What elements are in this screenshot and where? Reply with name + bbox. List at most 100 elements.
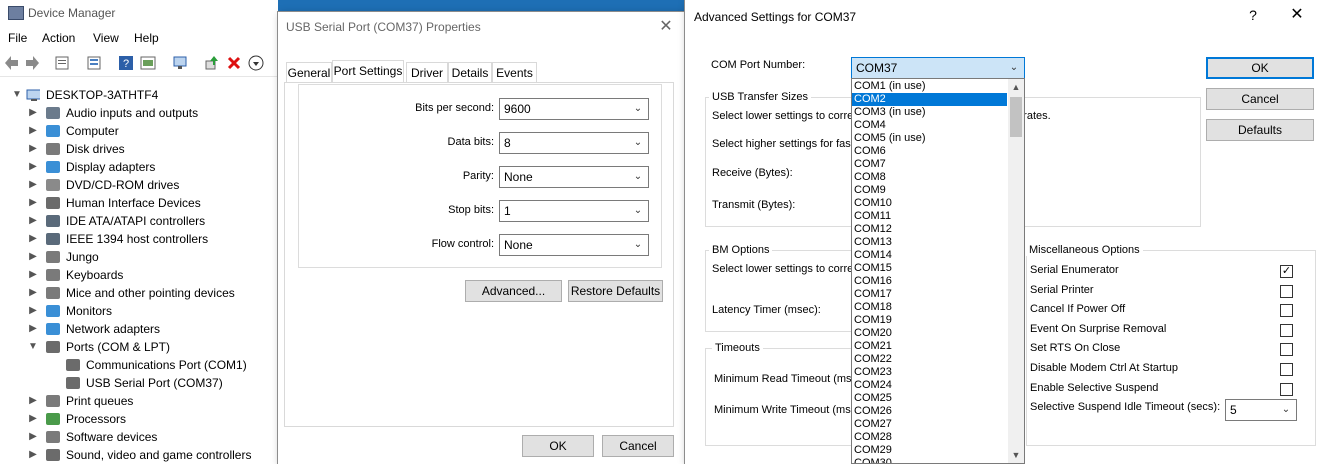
tree-item[interactable]: ▶ Human Interface Devices: [0, 194, 278, 212]
close-icon[interactable]: ✕: [648, 12, 684, 42]
tree-item[interactable]: Communications Port (COM1): [0, 356, 278, 374]
tree-item[interactable]: ▶ Disk drives: [0, 140, 278, 158]
menu-action[interactable]: Action: [42, 31, 75, 45]
misc-option-checkbox[interactable]: [1280, 363, 1293, 376]
download-icon[interactable]: [248, 55, 264, 71]
dropdown-option[interactable]: COM29: [852, 444, 1007, 457]
advanced-button[interactable]: Advanced...: [465, 280, 562, 302]
expand-arrow-icon[interactable]: ▶: [28, 212, 38, 230]
expand-arrow-icon[interactable]: ▶: [28, 248, 38, 266]
cancel-button[interactable]: Cancel: [602, 435, 674, 457]
expand-arrow-icon[interactable]: ▶: [28, 230, 38, 248]
dropdown-option[interactable]: COM21: [852, 340, 1007, 353]
uninstall-icon[interactable]: [226, 55, 242, 71]
expand-arrow-icon[interactable]: ▶: [28, 320, 38, 338]
dropdown-option[interactable]: COM11: [852, 210, 1007, 223]
misc-option-checkbox[interactable]: [1280, 382, 1293, 396]
tree-item[interactable]: ▶ Keyboards: [0, 266, 278, 284]
dropdown-option[interactable]: COM10: [852, 197, 1007, 210]
expand-arrow-icon[interactable]: ▶: [28, 122, 38, 140]
misc-option-checkbox[interactable]: [1280, 323, 1293, 337]
dropdown-option[interactable]: COM13: [852, 236, 1007, 249]
field-select[interactable]: 9600 ⌄: [499, 98, 649, 120]
field-select[interactable]: 8 ⌄: [499, 132, 649, 154]
cancel-button[interactable]: Cancel: [1206, 88, 1314, 110]
field-select[interactable]: None ⌄: [499, 166, 649, 188]
dropdown-option[interactable]: COM23: [852, 366, 1007, 379]
tree-item[interactable]: ▶ Sound, video and game controllers: [0, 446, 278, 464]
tree-item[interactable]: ▶ Jungo: [0, 248, 278, 266]
dropdown-option[interactable]: COM25: [852, 392, 1007, 405]
tree-root[interactable]: ▼ DESKTOP-3ATHTF4: [0, 86, 278, 104]
collapse-arrow-icon[interactable]: ▼: [12, 86, 22, 104]
expand-arrow-icon[interactable]: ▶: [28, 104, 38, 122]
com-port-dropdown-list[interactable]: COM1 (in use) COM2 COM3 (in use) COM4 COM5 (…: [851, 78, 1025, 464]
dropdown-option[interactable]: COM14: [852, 249, 1007, 262]
ok-button[interactable]: OK: [522, 435, 594, 457]
tab-port-settings[interactable]: Port Settings: [332, 60, 404, 83]
tree-item[interactable]: ▶ Software devices: [0, 428, 278, 446]
field-select[interactable]: None ⌄: [499, 234, 649, 256]
dropdown-option[interactable]: COM20: [852, 327, 1007, 340]
misc-option-checkbox[interactable]: ✓: [1280, 265, 1293, 278]
tree-item[interactable]: ▶ Mice and other pointing devices: [0, 284, 278, 302]
help-button[interactable]: ?: [1233, 0, 1273, 30]
tree-item[interactable]: ▶ Audio inputs and outputs: [0, 104, 278, 122]
list-view-icon[interactable]: [86, 55, 102, 71]
expand-arrow-icon[interactable]: ▶: [28, 176, 38, 194]
dropdown-option[interactable]: COM18: [852, 301, 1007, 314]
help-icon[interactable]: ?: [118, 55, 134, 71]
tab-details[interactable]: Details: [448, 62, 492, 82]
defaults-button[interactable]: Defaults: [1206, 119, 1314, 141]
tree-item[interactable]: ▼ Ports (COM & LPT): [0, 338, 278, 356]
expand-arrow-icon[interactable]: ▶: [28, 446, 38, 464]
back-icon[interactable]: [4, 55, 20, 71]
dropdown-option[interactable]: COM26: [852, 405, 1007, 418]
expand-arrow-icon[interactable]: ▶: [28, 266, 38, 284]
dropdown-option[interactable]: COM3 (in use): [852, 106, 1007, 119]
dropdown-scrollbar[interactable]: ▲ ▼: [1008, 79, 1024, 463]
dropdown-option[interactable]: COM22: [852, 353, 1007, 366]
dropdown-option[interactable]: COM9: [852, 184, 1007, 197]
dropdown-option[interactable]: COM30: [852, 457, 1007, 463]
expand-arrow-icon[interactable]: ▶: [28, 158, 38, 176]
tree-item[interactable]: ▶ IEEE 1394 host controllers: [0, 230, 278, 248]
scroll-up-icon[interactable]: ▲: [1008, 79, 1024, 95]
ok-button[interactable]: OK: [1206, 57, 1314, 79]
menu-view[interactable]: View: [93, 31, 119, 45]
menu-file[interactable]: File: [8, 31, 27, 45]
scroll-down-icon[interactable]: ▼: [1008, 447, 1024, 463]
tree-item[interactable]: ▶ Monitors: [0, 302, 278, 320]
expand-arrow-icon[interactable]: ▶: [28, 428, 38, 446]
tree-item[interactable]: ▶ IDE ATA/ATAPI controllers: [0, 212, 278, 230]
dropdown-option[interactable]: COM28: [852, 431, 1007, 444]
forward-icon[interactable]: [24, 55, 40, 71]
tree-item[interactable]: ▶ Processors: [0, 410, 278, 428]
expand-arrow-icon[interactable]: ▶: [28, 284, 38, 302]
dropdown-option[interactable]: COM5 (in use): [852, 132, 1007, 145]
scroll-thumb[interactable]: [1010, 97, 1022, 137]
field-select[interactable]: 1 ⌄: [499, 200, 649, 222]
resources-icon[interactable]: [140, 55, 156, 71]
properties-icon[interactable]: [54, 55, 70, 71]
tree-item[interactable]: ▶ Network adapters: [0, 320, 278, 338]
dropdown-option[interactable]: COM17: [852, 288, 1007, 301]
dropdown-option[interactable]: COM8: [852, 171, 1007, 184]
tree-item[interactable]: ▶ DVD/CD-ROM drives: [0, 176, 278, 194]
expand-arrow-icon[interactable]: ▶: [28, 140, 38, 158]
expand-arrow-icon[interactable]: ▶: [28, 194, 38, 212]
dropdown-option[interactable]: COM27: [852, 418, 1007, 431]
dropdown-option[interactable]: COM2: [852, 93, 1007, 106]
tab-driver[interactable]: Driver: [406, 62, 448, 82]
expand-arrow-icon[interactable]: ▶: [28, 392, 38, 410]
tree-item[interactable]: ▶ Print queues: [0, 392, 278, 410]
dropdown-option[interactable]: COM4: [852, 119, 1007, 132]
tab-general[interactable]: General: [286, 62, 332, 82]
tree-item[interactable]: USB Serial Port (COM37): [0, 374, 278, 392]
dropdown-option[interactable]: COM1 (in use): [852, 80, 1007, 93]
close-icon[interactable]: ✕: [1277, 0, 1317, 30]
suspend-timeout-select[interactable]: 5 ⌄: [1225, 399, 1297, 421]
dropdown-option[interactable]: COM15: [852, 262, 1007, 275]
com-port-select[interactable]: COM37 ⌄: [851, 57, 1025, 79]
dropdown-option[interactable]: COM19: [852, 314, 1007, 327]
